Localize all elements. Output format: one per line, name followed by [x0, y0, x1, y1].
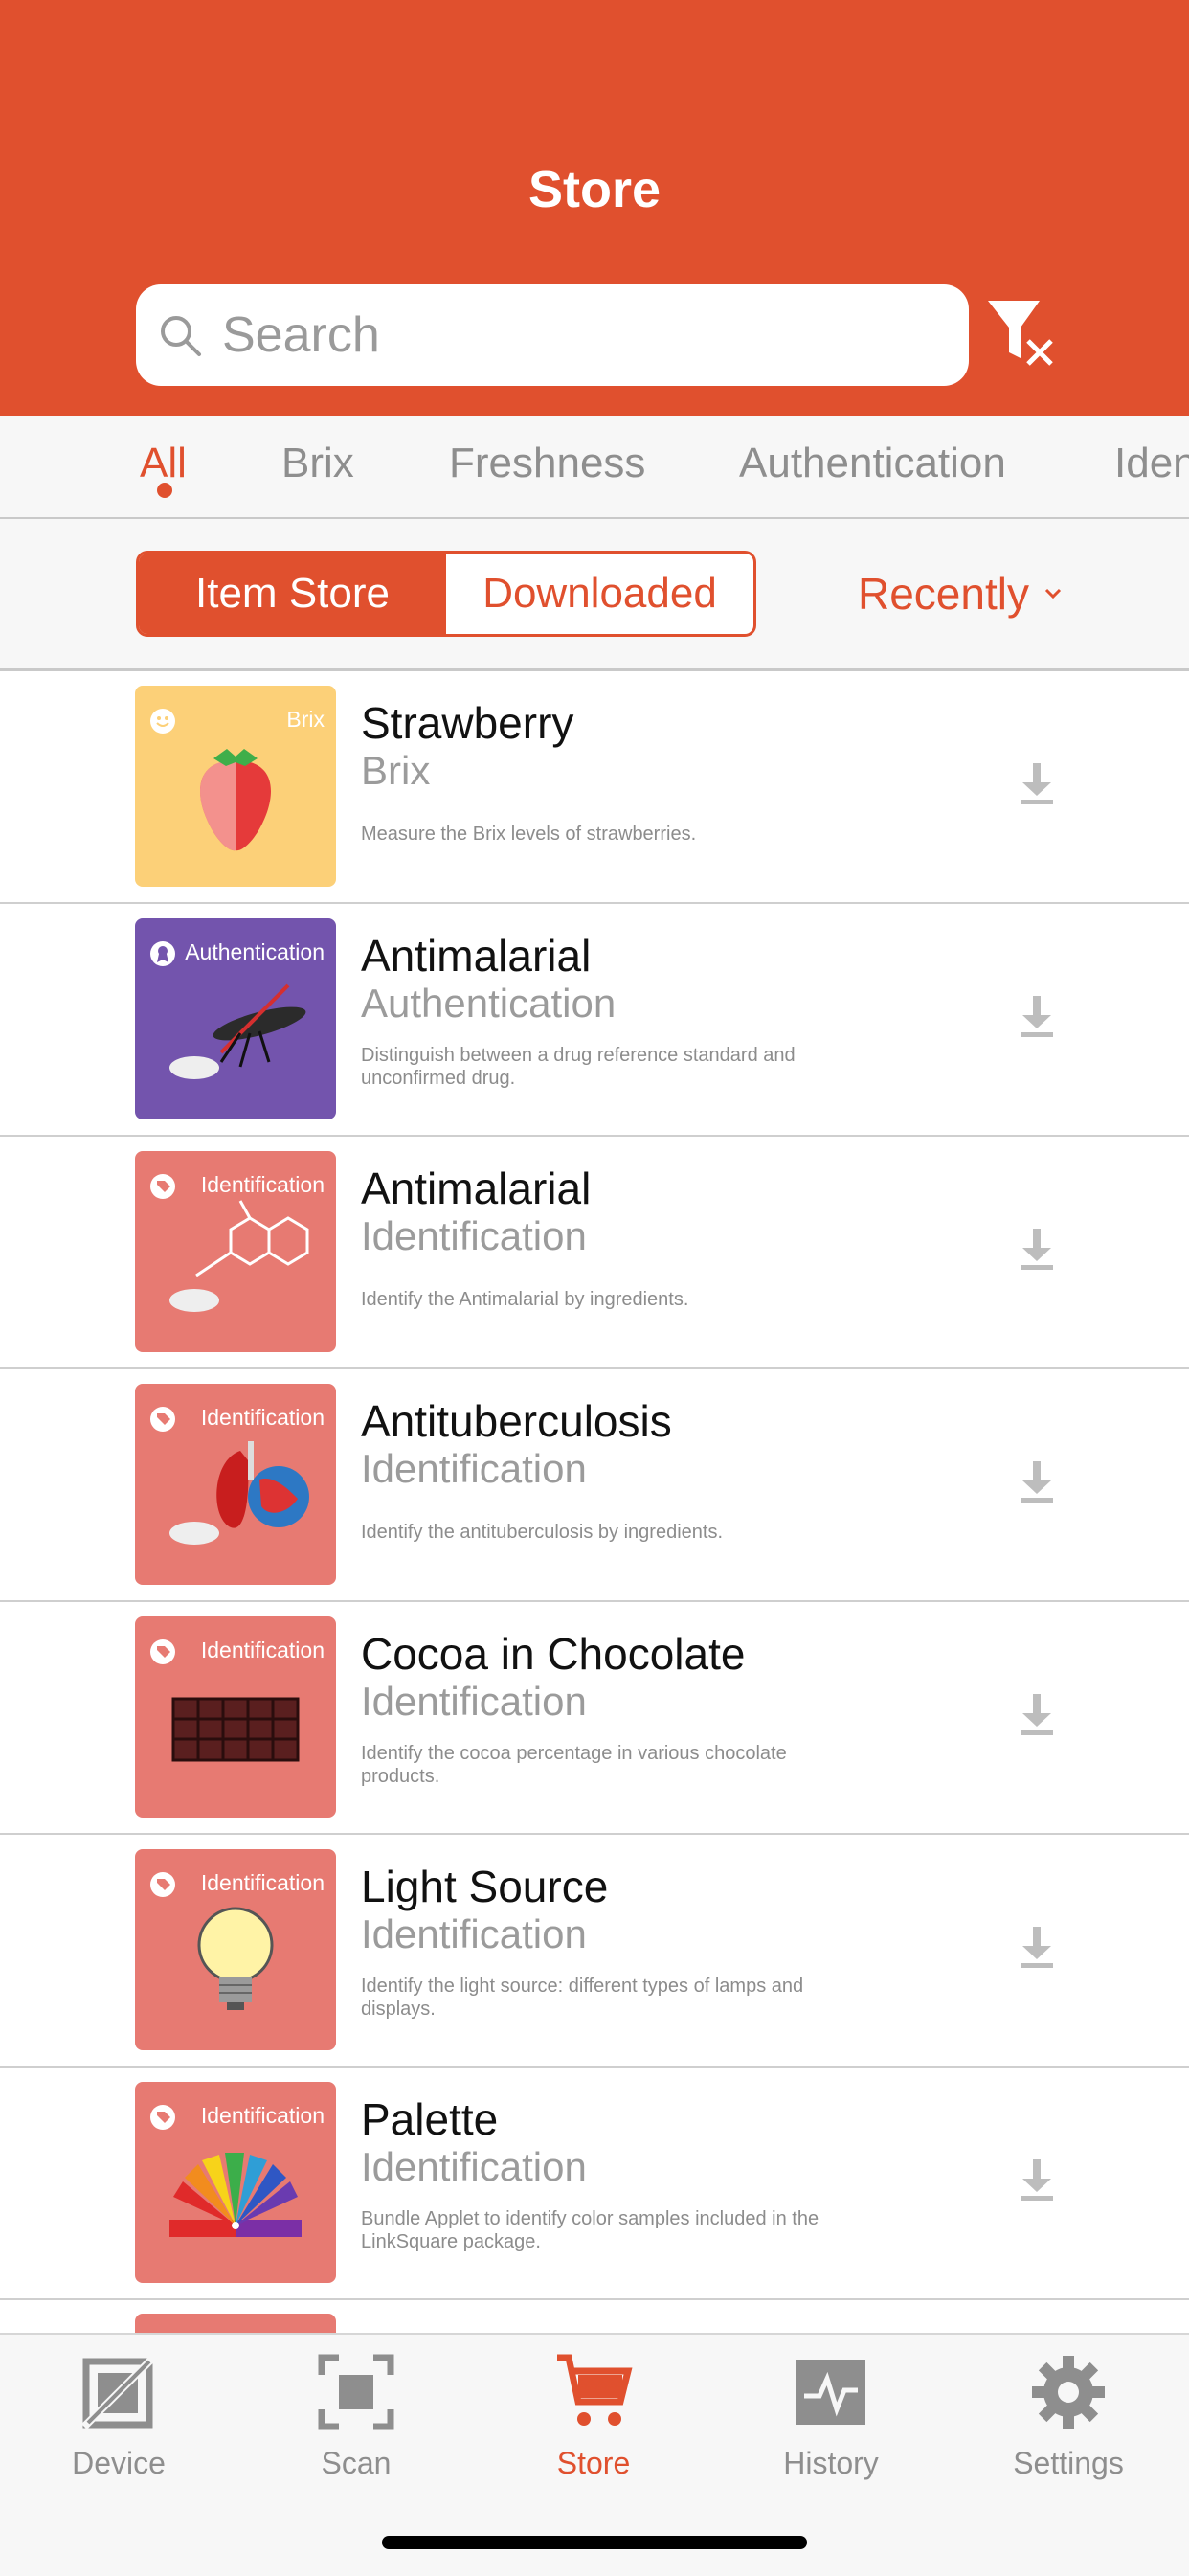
- item-thumbnail: Authentication: [135, 918, 336, 1119]
- list-item[interactable]: Brix Strawberry Brix Measure the Brix le…: [0, 671, 1189, 904]
- item-name: Palette: [361, 2094, 499, 2144]
- category-tag: Identification: [200, 1638, 325, 1662]
- item-category: Identification: [361, 1679, 587, 1724]
- tab-authentication[interactable]: Authentication: [739, 437, 1006, 490]
- item-name: Antimalarial: [361, 1164, 592, 1213]
- item-description: Identify the cocoa percentage in various…: [361, 1743, 787, 1787]
- history-icon: [796, 2360, 865, 2425]
- item-description: Identify the light source: different typ…: [361, 1976, 804, 2020]
- tab-device[interactable]: Device: [33, 2352, 205, 2481]
- download-icon[interactable]: [1017, 1925, 1057, 1969]
- store-controls: Item Store Downloaded Recently: [0, 519, 1189, 671]
- item-thumbnail: Identification: [135, 2082, 336, 2283]
- item-description: Identify the Antimalarial by ingredients…: [361, 1289, 689, 1310]
- download-icon[interactable]: [1017, 1459, 1057, 1503]
- tab-scan[interactable]: Scan: [270, 2352, 442, 2481]
- home-indicator: [382, 2536, 807, 2549]
- header: Store: [0, 0, 1189, 416]
- tab-store-label: Store: [556, 2446, 631, 2480]
- partial-list-item-thumbnail: [135, 2314, 336, 2333]
- tab-history-label: History: [783, 2446, 879, 2480]
- search-input[interactable]: [222, 306, 950, 364]
- gear-icon: [1032, 2356, 1105, 2429]
- store-segmented-control: Item Store Downloaded: [136, 551, 756, 637]
- cart-icon: [557, 2354, 633, 2426]
- active-tab-indicator: [157, 483, 172, 498]
- category-tag: Authentication: [185, 939, 325, 964]
- item-thumbnail: Identification: [135, 1616, 336, 1818]
- tab-identification[interactable]: Iden: [1114, 437, 1189, 490]
- item-name: Strawberry: [361, 698, 574, 748]
- item-name: Antituberculosis: [361, 1396, 672, 1446]
- download-icon[interactable]: [1017, 761, 1057, 805]
- list-item[interactable]: Identification Palette Identification Bu…: [0, 2068, 1189, 2300]
- tab-scan-label: Scan: [321, 2446, 392, 2480]
- item-description: Identify the antituberculosis by ingredi…: [361, 1522, 723, 1543]
- smiley-icon: [150, 709, 175, 734]
- list-item[interactable]: Identification Antimalarial Identificati…: [0, 1137, 1189, 1369]
- item-name: Cocoa in Chocolate: [361, 1629, 746, 1679]
- award-icon: [150, 941, 175, 966]
- item-description: Distinguish between a drug reference sta…: [361, 1045, 796, 1089]
- item-category: Identification: [361, 2144, 587, 2189]
- filter-clear-icon[interactable]: [986, 299, 1059, 368]
- download-icon[interactable]: [1017, 1692, 1057, 1736]
- category-tag: Brix: [286, 707, 325, 732]
- item-category: Brix: [361, 748, 431, 793]
- sort-label: Recently: [858, 569, 1029, 619]
- item-category: Identification: [361, 1911, 587, 1956]
- tab-store[interactable]: Store: [507, 2352, 680, 2481]
- item-description: Bundle Applet to identify color samples …: [361, 2208, 819, 2252]
- item-thumbnail: Brix: [135, 686, 336, 887]
- category-tag: Identification: [200, 1870, 325, 1895]
- item-category: Authentication: [361, 981, 617, 1026]
- category-tag: Identification: [200, 1172, 325, 1197]
- list-item[interactable]: Identification Cocoa in Chocolate Identi…: [0, 1602, 1189, 1835]
- downloaded-segment[interactable]: Downloaded: [446, 554, 753, 634]
- tag-icon: [150, 2105, 175, 2130]
- tab-history[interactable]: History: [745, 2352, 917, 2481]
- tab-freshness[interactable]: Freshness: [449, 437, 645, 490]
- tab-settings[interactable]: Settings: [982, 2352, 1155, 2481]
- search-icon: [161, 316, 201, 356]
- item-thumbnail: Identification: [135, 1151, 336, 1352]
- category-tag: Identification: [200, 1405, 325, 1430]
- download-icon[interactable]: [1017, 994, 1057, 1038]
- download-icon[interactable]: [1017, 2158, 1057, 2202]
- item-thumbnail: Identification: [135, 1849, 336, 2050]
- sort-dropdown[interactable]: Recently: [858, 565, 1064, 622]
- search-bar[interactable]: [136, 284, 969, 386]
- item-thumbnail: Identification: [135, 1384, 336, 1585]
- tab-settings-label: Settings: [1013, 2446, 1124, 2480]
- list-item[interactable]: Identification Light Source Identificati…: [0, 1835, 1189, 2068]
- tag-icon: [150, 1639, 175, 1664]
- category-tabs: All Brix Freshness Authentication Iden: [0, 416, 1189, 519]
- item-list: Brix Strawberry Brix Measure the Brix le…: [0, 671, 1189, 2300]
- item-category: Identification: [361, 1446, 587, 1491]
- chevron-down-icon: [1044, 588, 1062, 599]
- list-item[interactable]: Identification Antituberculosis Identifi…: [0, 1369, 1189, 1602]
- device-icon: [81, 2355, 156, 2429]
- item-category: Identification: [361, 1213, 587, 1258]
- page-title: Store: [527, 161, 662, 218]
- tag-icon: [150, 1872, 175, 1897]
- item-name: Light Source: [361, 1862, 609, 1911]
- tag-icon: [150, 1407, 175, 1432]
- item-description: Measure the Brix levels of strawberries.: [361, 824, 697, 845]
- download-icon[interactable]: [1017, 1227, 1057, 1271]
- list-item[interactable]: Authentication Antimalarial Authenticati…: [0, 904, 1189, 1137]
- item-store-segment[interactable]: Item Store: [139, 554, 446, 634]
- category-tag: Identification: [200, 2103, 325, 2128]
- scan-icon: [318, 2354, 394, 2430]
- tag-icon: [150, 1174, 175, 1199]
- tab-brix[interactable]: Brix: [281, 437, 354, 490]
- tab-device-label: Device: [72, 2446, 166, 2480]
- item-name: Antimalarial: [361, 931, 592, 981]
